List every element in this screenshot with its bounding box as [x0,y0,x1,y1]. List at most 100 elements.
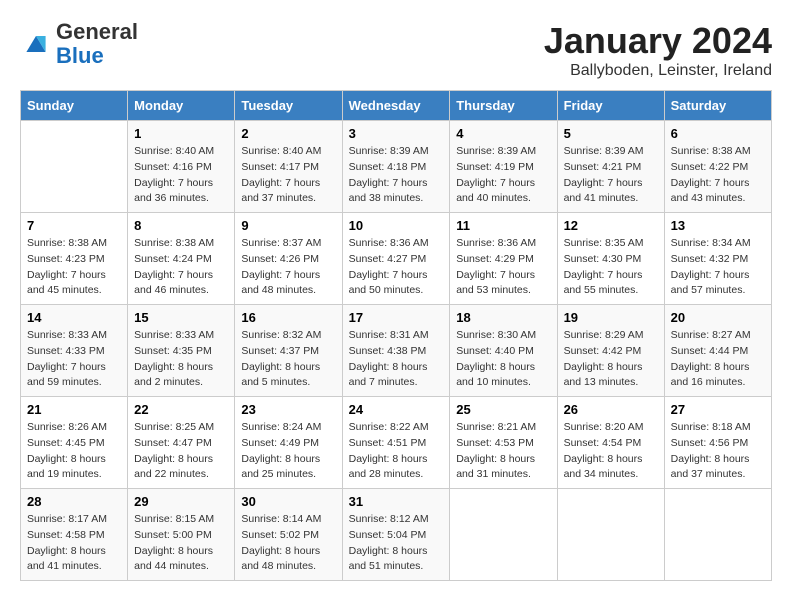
day-info: Sunrise: 8:29 AMSunset: 4:42 PMDaylight:… [564,328,658,391]
calendar-cell: 6 Sunrise: 8:38 AMSunset: 4:22 PMDaylight… [664,121,771,213]
logo-general-text: General [56,19,138,44]
day-number: 10 [349,218,444,233]
day-number: 30 [241,494,335,509]
day-info: Sunrise: 8:38 AMSunset: 4:24 PMDaylight:… [134,236,228,299]
day-number: 7 [27,218,121,233]
calendar-cell: 9 Sunrise: 8:37 AMSunset: 4:26 PMDaylight… [235,213,342,305]
day-number: 17 [349,310,444,325]
day-number: 19 [564,310,658,325]
calendar-cell: 7Sunrise: 8:38 AMSunset: 4:23 PMDaylight… [21,213,128,305]
day-number: 25 [456,402,550,417]
day-header-monday: Monday [128,91,235,121]
calendar-cell: 28 Sunrise: 8:17 AMSunset: 4:58 PMDayligh… [21,489,128,581]
day-number: 21 [27,402,121,417]
logo: General Blue [20,20,138,68]
calendar-cell: 2 Sunrise: 8:40 AMSunset: 4:17 PMDaylight… [235,121,342,213]
day-header-thursday: Thursday [450,91,557,121]
day-number: 2 [241,126,335,141]
month-title: January 2024 [544,20,772,62]
week-row-2: 7Sunrise: 8:38 AMSunset: 4:23 PMDaylight… [21,213,772,305]
day-info: Sunrise: 8:38 AMSunset: 4:22 PMDaylight:… [671,144,765,207]
location: Ballyboden, Leinster, Ireland [544,62,772,80]
calendar-cell: 21 Sunrise: 8:26 AMSunset: 4:45 PMDayligh… [21,397,128,489]
calendar-cell: 27Sunrise: 8:18 AMSunset: 4:56 PMDayligh… [664,397,771,489]
day-number: 18 [456,310,550,325]
calendar-cell: 15Sunrise: 8:33 AMSunset: 4:35 PMDayligh… [128,305,235,397]
calendar-cell: 17 Sunrise: 8:31 AMSunset: 4:38 PMDayligh… [342,305,450,397]
calendar-cell: 20Sunrise: 8:27 AMSunset: 4:44 PMDayligh… [664,305,771,397]
day-number: 29 [134,494,228,509]
day-number: 1 [134,126,228,141]
day-number: 13 [671,218,765,233]
day-info: Sunrise: 8:12 AMSunset: 5:04 PMDaylight:… [349,512,444,575]
calendar-cell: 14 Sunrise: 8:33 AMSunset: 4:33 PMDayligh… [21,305,128,397]
day-number: 22 [134,402,228,417]
day-header-saturday: Saturday [664,91,771,121]
day-info: Sunrise: 8:31 AMSunset: 4:38 PMDaylight:… [349,328,444,391]
logo-icon [20,28,52,60]
calendar-cell: 29 Sunrise: 8:15 AMSunset: 5:00 PMDayligh… [128,489,235,581]
calendar-cell: 30 Sunrise: 8:14 AMSunset: 5:02 PMDayligh… [235,489,342,581]
day-number: 5 [564,126,658,141]
day-info: Sunrise: 8:32 AMSunset: 4:37 PMDaylight:… [241,328,335,391]
day-info: Sunrise: 8:30 AMSunset: 4:40 PMDaylight:… [456,328,550,391]
day-info: Sunrise: 8:15 AMSunset: 5:00 PMDaylight:… [134,512,228,575]
day-number: 28 [27,494,121,509]
day-info: Sunrise: 8:25 AMSunset: 4:47 PMDaylight:… [134,420,228,483]
calendar-cell: 25 Sunrise: 8:21 AMSunset: 4:53 PMDayligh… [450,397,557,489]
day-info: Sunrise: 8:36 AMSunset: 4:29 PMDaylight:… [456,236,550,299]
day-info: Sunrise: 8:34 AMSunset: 4:32 PMDaylight:… [671,236,765,299]
day-info: Sunrise: 8:22 AMSunset: 4:51 PMDaylight:… [349,420,444,483]
day-number: 6 [671,126,765,141]
calendar-cell: 18 Sunrise: 8:30 AMSunset: 4:40 PMDayligh… [450,305,557,397]
calendar-cell [21,121,128,213]
calendar-cell: 19 Sunrise: 8:29 AMSunset: 4:42 PMDayligh… [557,305,664,397]
day-number: 16 [241,310,335,325]
calendar-cell: 12Sunrise: 8:35 AMSunset: 4:30 PMDayligh… [557,213,664,305]
calendar-cell: 31Sunrise: 8:12 AMSunset: 5:04 PMDayligh… [342,489,450,581]
calendar-cell: 1 Sunrise: 8:40 AMSunset: 4:16 PMDaylight… [128,121,235,213]
day-info: Sunrise: 8:26 AMSunset: 4:45 PMDaylight:… [27,420,121,483]
day-info: Sunrise: 8:37 AMSunset: 4:26 PMDaylight:… [241,236,335,299]
calendar-cell: 3Sunrise: 8:39 AMSunset: 4:18 PMDaylight… [342,121,450,213]
day-number: 14 [27,310,121,325]
day-info: Sunrise: 8:14 AMSunset: 5:02 PMDaylight:… [241,512,335,575]
day-number: 27 [671,402,765,417]
day-number: 11 [456,218,550,233]
title-block: January 2024 Ballyboden, Leinster, Irela… [544,20,772,80]
day-info: Sunrise: 8:40 AMSunset: 4:17 PMDaylight:… [241,144,335,207]
week-row-1: 1 Sunrise: 8:40 AMSunset: 4:16 PMDaylight… [21,121,772,213]
week-row-3: 14 Sunrise: 8:33 AMSunset: 4:33 PMDayligh… [21,305,772,397]
day-header-wednesday: Wednesday [342,91,450,121]
calendar-cell: 10Sunrise: 8:36 AMSunset: 4:27 PMDayligh… [342,213,450,305]
day-header-sunday: Sunday [21,91,128,121]
day-header-friday: Friday [557,91,664,121]
calendar-cell: 5Sunrise: 8:39 AMSunset: 4:21 PMDaylight… [557,121,664,213]
day-number: 9 [241,218,335,233]
calendar-table: SundayMondayTuesdayWednesdayThursdayFrid… [20,90,772,581]
calendar-cell: 16 Sunrise: 8:32 AMSunset: 4:37 PMDayligh… [235,305,342,397]
day-info: Sunrise: 8:24 AMSunset: 4:49 PMDaylight:… [241,420,335,483]
day-info: Sunrise: 8:27 AMSunset: 4:44 PMDaylight:… [671,328,765,391]
day-info: Sunrise: 8:39 AMSunset: 4:19 PMDaylight:… [456,144,550,207]
day-info: Sunrise: 8:17 AMSunset: 4:58 PMDaylight:… [27,512,121,575]
day-header-tuesday: Tuesday [235,91,342,121]
day-info: Sunrise: 8:40 AMSunset: 4:16 PMDaylight:… [134,144,228,207]
calendar-cell: 26 Sunrise: 8:20 AMSunset: 4:54 PMDayligh… [557,397,664,489]
day-info: Sunrise: 8:33 AMSunset: 4:33 PMDaylight:… [27,328,121,391]
day-info: Sunrise: 8:21 AMSunset: 4:53 PMDaylight:… [456,420,550,483]
calendar-cell: 8 Sunrise: 8:38 AMSunset: 4:24 PMDaylight… [128,213,235,305]
day-number: 3 [349,126,444,141]
day-number: 26 [564,402,658,417]
calendar-cell: 24 Sunrise: 8:22 AMSunset: 4:51 PMDayligh… [342,397,450,489]
week-row-4: 21 Sunrise: 8:26 AMSunset: 4:45 PMDayligh… [21,397,772,489]
calendar-cell: 22 Sunrise: 8:25 AMSunset: 4:47 PMDayligh… [128,397,235,489]
day-number: 24 [349,402,444,417]
week-row-5: 28 Sunrise: 8:17 AMSunset: 4:58 PMDayligh… [21,489,772,581]
calendar-cell [557,489,664,581]
page-header: General Blue January 2024 Ballyboden, Le… [20,20,772,80]
calendar-cell: 23Sunrise: 8:24 AMSunset: 4:49 PMDayligh… [235,397,342,489]
day-number: 15 [134,310,228,325]
day-number: 8 [134,218,228,233]
day-info: Sunrise: 8:20 AMSunset: 4:54 PMDaylight:… [564,420,658,483]
